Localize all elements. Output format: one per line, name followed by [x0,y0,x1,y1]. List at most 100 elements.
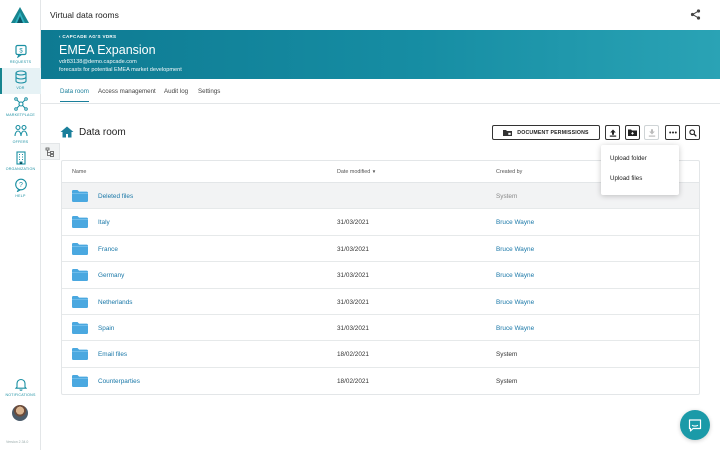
tab-data-room[interactable]: Data room [60,88,89,102]
sidebar-item-label: VDR [16,86,25,90]
created-by: System [496,193,518,200]
sidebar-item-marketplace[interactable]: MARKETPLACE [0,95,41,121]
tab-settings[interactable]: Settings [198,88,220,101]
created-by[interactable]: Bruce Wayne [496,246,534,253]
tab-bar: Data room Access management Audit log Se… [41,79,720,104]
date-modified: 31/03/2021 [337,272,369,280]
folder-icon [72,295,88,308]
offers-icon [13,124,28,137]
folder-lock-icon [503,130,513,136]
home-icon [60,126,74,138]
upload-dropdown: Upload folder Upload files [601,145,679,195]
document-permissions-button[interactable]: DOCUMENT PERMISSIONS [492,125,600,140]
page-heading: Data room [60,124,126,140]
vdr-banner: ‹ CAPCADE AG'S VDRS EMEA Expansion vdr83… [41,30,720,79]
data-room-heading: Data room [79,126,126,138]
table-row[interactable]: Email files 18/02/2021 System [62,341,699,368]
file-name[interactable]: Germany [98,272,124,279]
date-header-label: Date modified [337,169,371,175]
date-modified: 18/02/2021 [337,351,369,359]
file-name[interactable]: Deleted files [98,193,133,200]
requests-icon: $ [14,44,27,58]
sidebar-item-help[interactable]: ? HELP [0,176,41,202]
help-icon: ? [14,178,27,192]
logo-icon[interactable] [11,7,29,23]
share-icon[interactable] [689,8,702,21]
app-title: Virtual data rooms [50,10,119,20]
folder-icon [72,348,88,361]
file-name[interactable]: Italy [98,219,110,226]
table-row[interactable]: Italy 31/03/2021 Bruce Wayne [62,209,699,236]
date-modified: 31/03/2021 [337,245,369,253]
table-row[interactable]: France 31/03/2021 Bruce Wayne [62,236,699,263]
chat-icon [688,418,702,432]
table-row[interactable]: Counterparties 18/02/2021 System [62,368,699,394]
table-row[interactable]: Germany 31/03/2021 Bruce Wayne [62,262,699,289]
file-name[interactable]: Email files [98,351,127,358]
date-modified: 31/03/2021 [337,298,369,306]
more-options-button[interactable] [665,125,680,140]
upload-folder-option[interactable]: Upload folder [610,155,647,162]
svg-text:?: ? [19,182,23,189]
folder-icon [72,216,88,229]
sidebar-item-label: NOTIFICATIONS [5,393,36,397]
vdr-email: vdr83138@demo.capcade.com [59,59,137,65]
sidebar-item-label: OFFERS [12,140,29,144]
new-folder-button[interactable] [625,125,640,140]
page-title: EMEA Expansion [59,43,156,57]
tree-view-icon [45,147,54,157]
date-modified: 31/03/2021 [337,219,369,227]
folder-icon [72,242,88,255]
sidebar-item-notifications[interactable]: NOTIFICATIONS [0,375,41,401]
sidebar-item-label: ORGANIZATION [5,167,36,171]
breadcrumb[interactable]: ‹ CAPCADE AG'S VDRS [59,34,116,39]
sidebar-item-requests[interactable]: $ REQUESTS [0,42,41,68]
upload-button[interactable] [605,125,620,140]
column-header-name[interactable]: Name [72,169,86,175]
file-name[interactable]: Spain [98,325,114,332]
created-by[interactable]: Bruce Wayne [496,299,534,306]
folder-icon [72,269,88,282]
version-label: Version 2.34.0 [6,440,29,444]
column-header-created[interactable]: Created by [496,169,522,175]
created-by: System [496,377,518,385]
upload-files-option[interactable]: Upload files [610,175,642,182]
download-icon [648,128,655,137]
more-icon [668,131,677,134]
file-name[interactable]: Netherlands [98,299,132,306]
sidebar-item-label: MARKETPLACE [6,113,35,117]
sidebar: $ REQUESTS VDR MARKETPLACE OFFERS ORGANI… [0,0,41,450]
table-row[interactable]: Spain 31/03/2021 Bruce Wayne [62,315,699,342]
sidebar-item-vdr[interactable]: VDR [0,68,41,94]
search-icon [688,128,697,137]
sort-down-icon: ▼ [371,169,377,174]
vdr-icon [14,70,27,84]
sidebar-item-label: REQUESTS [9,60,32,64]
tab-audit-log[interactable]: Audit log [164,88,188,101]
new-folder-icon [628,129,637,136]
tab-access-management[interactable]: Access management [98,88,156,101]
sidebar-item-organization[interactable]: ORGANIZATION [0,149,41,175]
created-by[interactable]: Bruce Wayne [496,219,534,226]
sidebar-item-label: HELP [15,194,26,198]
chat-button[interactable] [680,410,710,440]
folder-icon [72,190,88,202]
date-modified: 31/03/2021 [337,325,369,332]
created-by: System [496,351,518,359]
document-permissions-label: DOCUMENT PERMISSIONS [517,129,589,136]
column-header-date[interactable]: Date modified ▼ [337,169,376,175]
upload-icon [609,129,616,137]
folder-icon [72,322,88,334]
tree-view-toggle[interactable] [41,143,60,160]
file-name[interactable]: France [98,246,118,253]
sidebar-item-offers[interactable]: OFFERS [0,122,41,148]
avatar[interactable] [12,405,28,421]
created-by[interactable]: Bruce Wayne [496,272,534,279]
download-button[interactable] [644,125,659,140]
folder-icon [72,374,88,387]
search-button[interactable] [685,125,700,140]
file-name[interactable]: Counterparties [98,378,140,385]
vdr-description: forecasts for potential EMEA market deve… [59,67,182,73]
created-by[interactable]: Bruce Wayne [496,325,534,332]
table-row[interactable]: Netherlands 31/03/2021 Bruce Wayne [62,289,699,315]
